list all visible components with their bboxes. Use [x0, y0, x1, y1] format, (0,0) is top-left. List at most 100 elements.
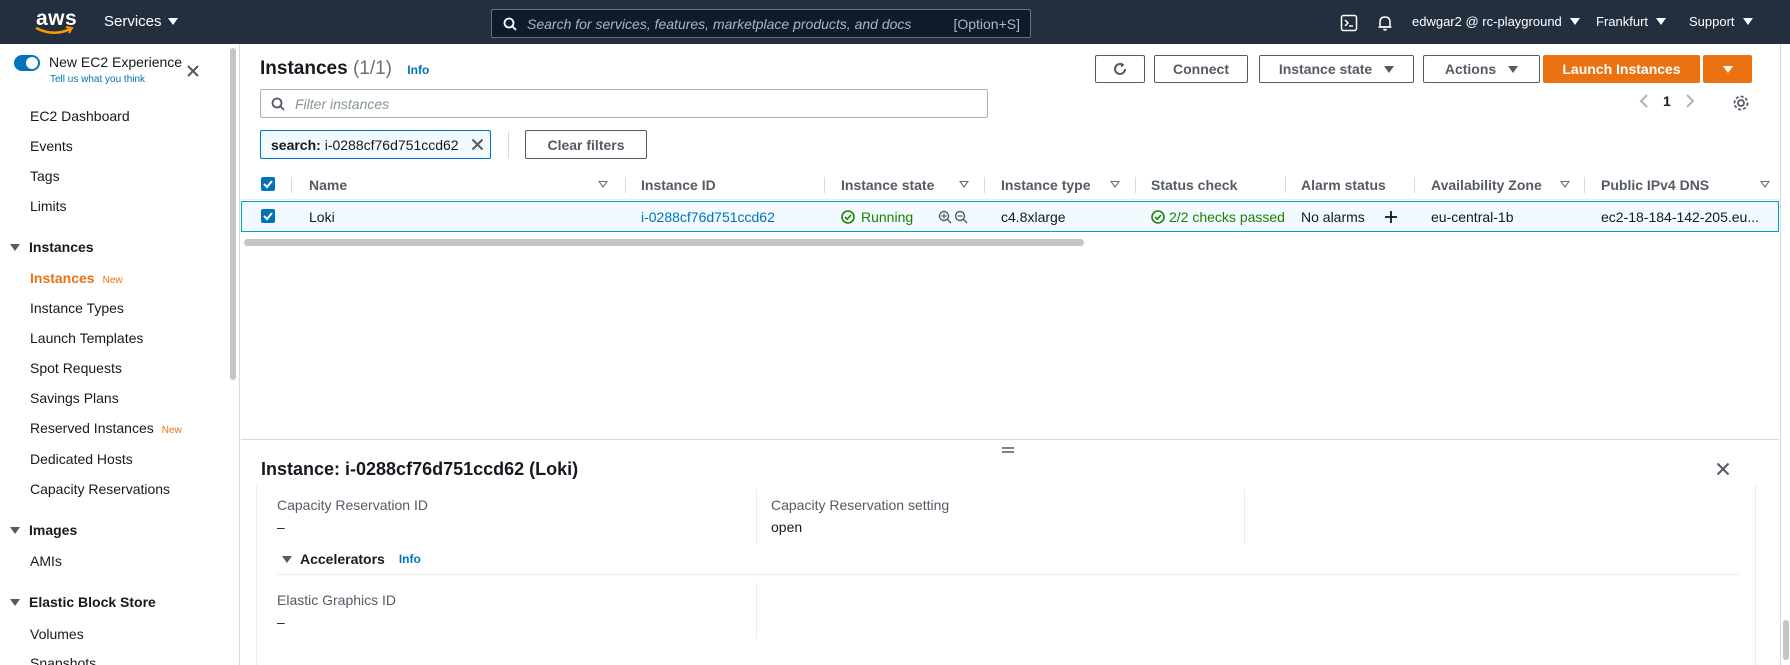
column-header-name[interactable]: Name [309, 177, 347, 193]
sidebar-item-reserved-instances[interactable]: Reserved Instances New [30, 420, 182, 436]
launch-instances-button[interactable]: Launch Instances [1543, 55, 1700, 83]
account-menu[interactable]: edwgar2 @ rc-playground [1412, 14, 1580, 29]
sidebar-item-capacity-reservations[interactable]: Capacity Reservations [30, 481, 170, 497]
column-divider [1414, 177, 1415, 193]
table-horizontal-scrollbar[interactable] [244, 239, 1084, 246]
remove-token-icon[interactable] [471, 138, 484, 151]
column-header-instance-type[interactable]: Instance type [1001, 177, 1090, 193]
details-title: Instance: i-0288cf76d751ccd62 (Loki) [261, 459, 579, 479]
sidebar-section-instances[interactable]: Instances [10, 239, 94, 255]
cloudshell-button[interactable] [1340, 14, 1358, 32]
new-experience-toggle[interactable] [14, 55, 40, 71]
collapse-caret-icon [282, 555, 292, 563]
sidebar: New EC2 Experience Tell us what you thin… [0, 44, 240, 665]
sidebar-item-spot-requests[interactable]: Spot Requests [30, 360, 122, 376]
filter-instances-field[interactable] [260, 89, 988, 118]
filter-instances-input[interactable] [295, 95, 955, 112]
info-link[interactable]: Info [399, 552, 421, 566]
global-search-input[interactable] [527, 15, 947, 32]
cell-alarm-status: No alarms [1301, 209, 1365, 225]
sort-icon[interactable] [1560, 181, 1570, 188]
launch-options-dropdown[interactable] [1703, 55, 1752, 83]
column-header-status-check[interactable]: Status check [1151, 177, 1237, 193]
zoom-out-icon[interactable] [954, 210, 968, 224]
sidebar-section-images[interactable]: Images [10, 522, 77, 538]
collapse-caret-icon [10, 526, 20, 534]
caret-down-icon [167, 18, 178, 25]
clear-filters-button[interactable]: Clear filters [525, 130, 647, 159]
sidebar-item-amis[interactable]: AMIs [30, 553, 62, 569]
column-header-alarm-status[interactable]: Alarm status [1301, 177, 1386, 193]
status-ok-icon [1151, 210, 1165, 224]
connect-button[interactable]: Connect [1154, 55, 1248, 83]
sidebar-item-ec2-dashboard[interactable]: EC2 Dashboard [30, 108, 130, 124]
cell-name[interactable]: Loki [309, 209, 335, 225]
table-row[interactable]: Loki i-0288cf76d751ccd62 Running c4.8xla… [241, 201, 1779, 232]
connect-label: Connect [1173, 61, 1229, 77]
column-divider [984, 177, 985, 193]
actions-button[interactable]: Actions [1423, 55, 1540, 83]
column-header-availability-zone[interactable]: Availability Zone [1431, 177, 1542, 193]
sort-icon[interactable] [598, 181, 608, 188]
accelerators-section-toggle[interactable]: Accelerators Info [282, 551, 421, 567]
sort-icon[interactable] [959, 181, 969, 188]
sidebar-item-dedicated-hosts[interactable]: Dedicated Hosts [30, 451, 133, 467]
column-header-public-ipv4-dns[interactable]: Public IPv4 DNS [1601, 177, 1709, 193]
capacity-reservation-setting-value: open [771, 519, 803, 535]
column-divider [291, 177, 292, 193]
column-header-instance-state[interactable]: Instance state [841, 177, 934, 193]
sidebar-item-savings-plans[interactable]: Savings Plans [30, 390, 119, 406]
zoom-in-icon[interactable] [938, 210, 952, 224]
sidebar-item-limits[interactable]: Limits [30, 198, 67, 214]
resize-handle-icon[interactable] [1001, 445, 1015, 455]
sidebar-item-launch-templates[interactable]: Launch Templates [30, 330, 143, 346]
instance-state-text: Running [861, 209, 914, 225]
sidebar-item-snapshots[interactable]: Snapshots [30, 655, 96, 665]
instance-state-button[interactable]: Instance state [1259, 55, 1414, 83]
cell-instance-type: c4.8xlarge [1001, 209, 1066, 225]
sidebar-item-volumes[interactable]: Volumes [30, 626, 84, 642]
sidebar-item-instance-types[interactable]: Instance Types [30, 300, 124, 316]
close-icon[interactable] [186, 64, 200, 78]
close-icon[interactable] [1716, 462, 1730, 476]
sidebar-section-elastic-block-store[interactable]: Elastic Block Store [10, 594, 156, 610]
bell-icon [1378, 16, 1392, 31]
cell-availability-zone: eu-central-1b [1431, 209, 1514, 225]
notifications-button[interactable] [1376, 14, 1394, 32]
support-menu[interactable]: Support [1689, 14, 1753, 29]
feedback-link[interactable]: Tell us what you think [50, 74, 145, 85]
chevron-right-icon[interactable] [1685, 94, 1695, 108]
capacity-reservation-id-label: Capacity Reservation ID [277, 497, 428, 513]
sidebar-item-events[interactable]: Events [30, 138, 73, 154]
main-vertical-scroll-track [1780, 44, 1790, 665]
top-navigation-bar: aws Services [Option+S] edwgar2 @ rc-p [0, 0, 1790, 44]
token-key: search: [271, 136, 321, 153]
region-menu[interactable]: Frankfurt [1596, 14, 1667, 29]
column-header-instance-id[interactable]: Instance ID [641, 177, 716, 193]
refresh-icon [1114, 62, 1126, 75]
row-checkbox[interactable] [261, 209, 275, 223]
select-all-checkbox[interactable] [261, 177, 275, 191]
services-menu[interactable]: Services [104, 13, 178, 30]
launch-instances-label: Launch Instances [1562, 61, 1681, 77]
settings-gear-icon[interactable] [1732, 94, 1750, 112]
sort-icon[interactable] [1110, 181, 1120, 188]
add-alarm-plus-icon[interactable] [1384, 210, 1398, 224]
aws-logo[interactable]: aws [30, 6, 80, 38]
sidebar-item-instances[interactable]: Instances New [30, 270, 123, 286]
chevron-left-icon[interactable] [1639, 94, 1649, 108]
cell-status-check[interactable]: 2/2 checks passed [1151, 209, 1285, 225]
caret-down-icon [1722, 65, 1733, 73]
global-search[interactable]: [Option+S] [491, 9, 1031, 38]
info-link[interactable]: Info [407, 63, 429, 77]
sidebar-scrollbar[interactable] [230, 48, 236, 380]
sort-icon[interactable] [1760, 181, 1770, 188]
refresh-button[interactable] [1095, 55, 1145, 83]
caret-down-icon [1656, 18, 1667, 25]
cell-public-ipv4-dns: ec2-18-184-142-205.eu... [1601, 209, 1759, 225]
cell-instance-id-link[interactable]: i-0288cf76d751ccd62 [641, 209, 775, 225]
sidebar-item-tags[interactable]: Tags [30, 168, 60, 184]
page-number[interactable]: 1 [1663, 93, 1671, 109]
main-vertical-scrollbar[interactable] [1783, 620, 1789, 660]
aws-smile-icon [35, 26, 74, 34]
